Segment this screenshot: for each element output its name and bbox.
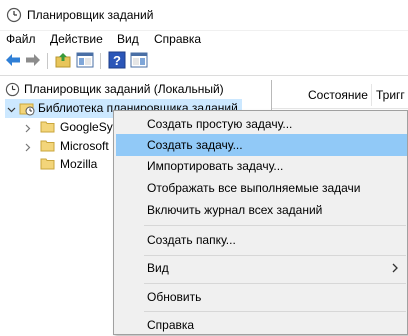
menu-item-label: Отображать все выполняемые задачи (147, 181, 361, 195)
menu-item-label: Вид (147, 261, 169, 275)
submenu-arrow-icon (391, 262, 399, 276)
menu-bar: Файл Действие Вид Справка (0, 31, 408, 50)
menu-item-help[interactable]: Справка (114, 314, 407, 336)
menu-item-create-task[interactable]: Создать задачу... (116, 134, 407, 156)
menu-item-create-basic-task[interactable]: Создать простую задачу... (114, 113, 407, 135)
menu-separator (144, 225, 406, 226)
menu-item-label: Создать простую задачу... (147, 117, 293, 131)
column-header-status[interactable]: Состояние (308, 88, 368, 102)
menu-help[interactable]: Справка (154, 32, 201, 46)
chevron-down-icon[interactable] (7, 103, 16, 117)
menu-item-label: Обновить (147, 290, 202, 304)
title-bar: Планировщик заданий (0, 0, 408, 31)
tree-item-root[interactable]: Планировщик заданий (Локальный) (0, 80, 271, 99)
menu-action[interactable]: Действие (50, 32, 103, 46)
menu-item-new-folder[interactable]: Создать папку... (114, 229, 407, 251)
menu-view[interactable]: Вид (117, 32, 139, 46)
menu-item-view[interactable]: Вид (114, 257, 407, 279)
menu-item-label: Импортировать задачу... (147, 159, 284, 173)
column-header-row: Состояние Тригг (272, 82, 408, 109)
arrow-left-icon[interactable] (4, 51, 22, 69)
tree-item-label: Mozilla (60, 157, 98, 171)
arrow-right-icon[interactable] (24, 51, 42, 69)
tree-item-label: Планировщик заданий (Локальный) (24, 82, 224, 96)
menu-separator (144, 255, 406, 256)
tree-item-label: Microsoft (60, 139, 109, 153)
folder-icon (40, 139, 55, 155)
folder-up-icon[interactable] (54, 51, 72, 69)
menu-item-refresh[interactable]: Обновить (114, 286, 407, 308)
task-scheduler-icon (6, 7, 22, 26)
menu-separator (144, 283, 406, 284)
context-menu: Создать простую задачу... Создать задачу… (113, 110, 408, 335)
menu-item-enable-history[interactable]: Включить журнал всех заданий (114, 199, 407, 221)
column-divider[interactable] (371, 84, 372, 106)
folder-clock-icon (19, 101, 35, 119)
menu-file[interactable]: Файл (6, 32, 36, 46)
console-tree-icon[interactable] (76, 51, 94, 69)
help-icon[interactable]: ? (108, 51, 126, 69)
action-pane-icon[interactable] (130, 51, 148, 69)
chevron-right-icon[interactable] (23, 141, 32, 155)
task-scheduler-icon (5, 82, 20, 100)
folder-icon (40, 157, 55, 173)
menu-item-label: Создать задачу... (147, 138, 243, 152)
toolbar-separator (100, 53, 101, 69)
menu-item-label: Создать папку... (147, 233, 236, 247)
svg-text:?: ? (113, 53, 121, 68)
column-header-triggers[interactable]: Тригг (376, 88, 405, 102)
toolbar: ? (0, 51, 408, 73)
folder-icon (40, 120, 55, 136)
menu-item-display-running-tasks[interactable]: Отображать все выполняемые задачи (114, 177, 407, 199)
window-title: Планировщик заданий (27, 8, 154, 22)
menu-item-import-task[interactable]: Импортировать задачу... (114, 155, 407, 177)
menu-item-label: Включить журнал всех заданий (147, 203, 323, 217)
menu-separator (144, 311, 406, 312)
chevron-right-icon[interactable] (23, 122, 32, 136)
toolbar-separator (47, 53, 48, 69)
menu-item-label: Справка (147, 318, 195, 332)
